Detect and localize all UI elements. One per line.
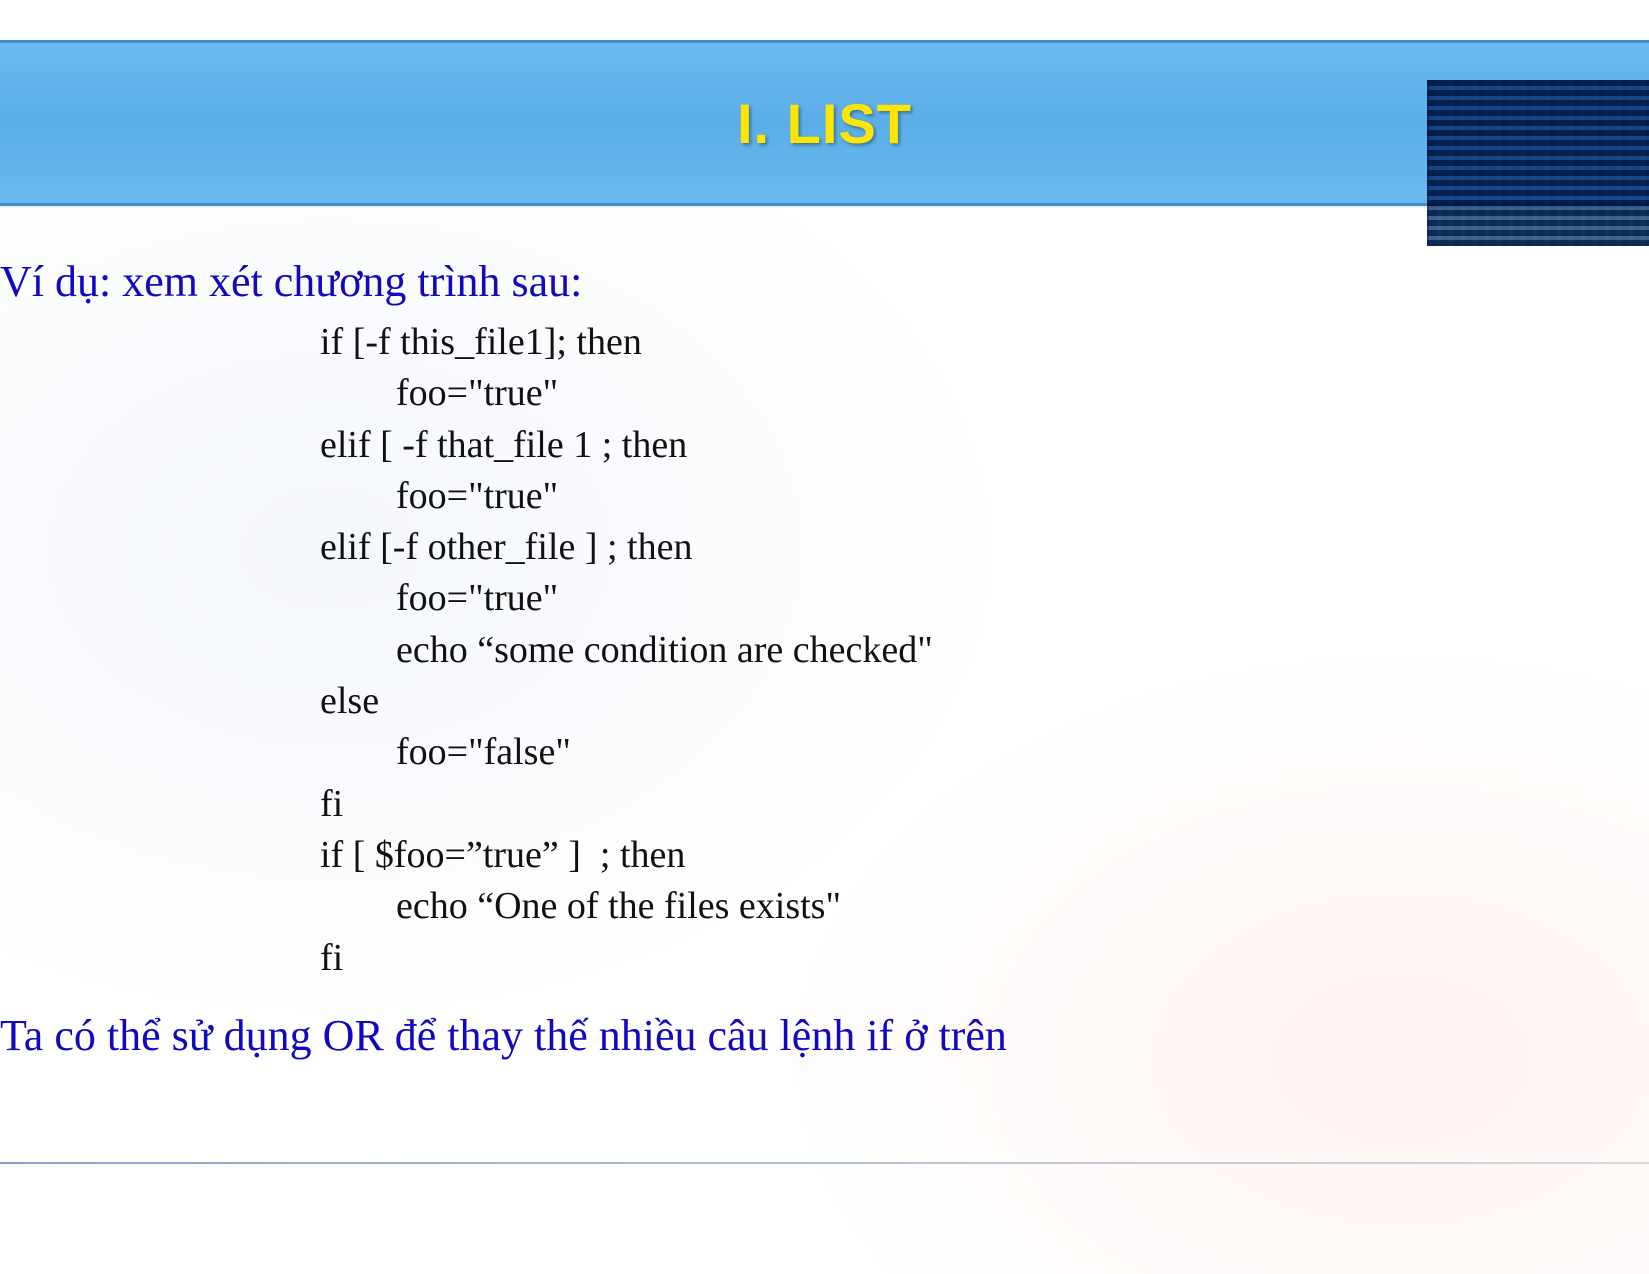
lead-text: Ví dụ: xem xét chương trình sau: [0,256,1649,307]
slide-title: I. LIST [737,91,912,156]
title-bar: I. LIST [0,40,1649,206]
summary-text: Ta có thể sử dụng OR để thay thế nhiều c… [0,1010,1649,1061]
code-block: if [-f this_file1]; then foo="true" elif… [320,317,1649,984]
bottom-divider [0,1162,1649,1164]
slide-content: Ví dụ: xem xét chương trình sau: if [-f … [0,206,1649,1061]
